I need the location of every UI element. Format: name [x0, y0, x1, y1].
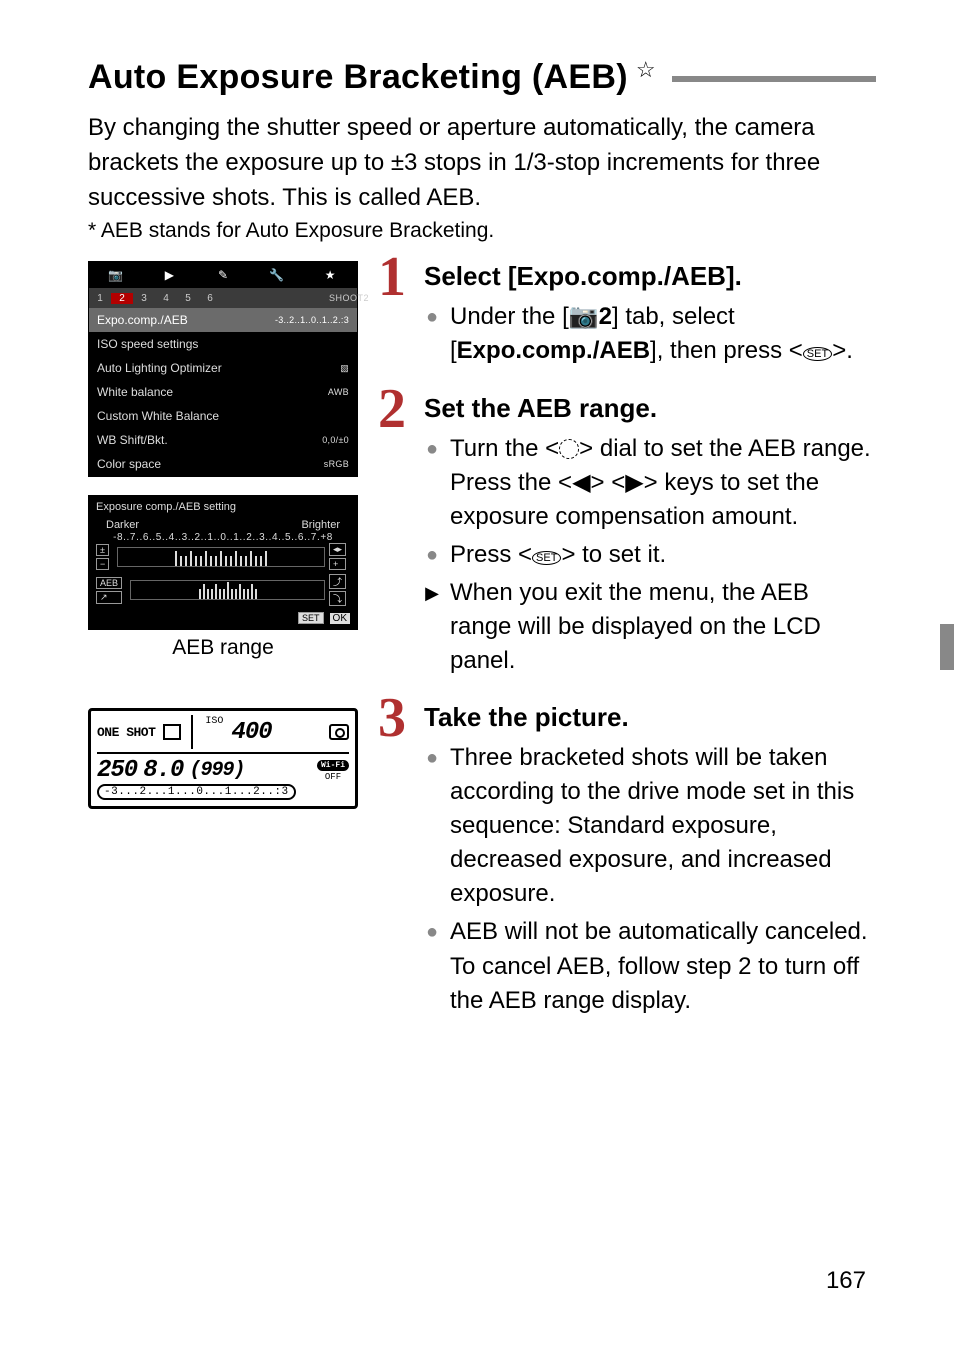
- step-number: 2: [378, 381, 406, 437]
- lcd-panel: ONE SHOT ISO 400 250 8.0 (999) Wi-Fi OFF: [88, 708, 358, 809]
- subtab-1: 1: [89, 293, 111, 304]
- bullet-dot: ●: [424, 538, 440, 572]
- menu-row-0: Expo.comp./AEB -3..2..1..0..1..2.:3: [89, 308, 357, 332]
- bullet-text: Three bracketed shots will be taken acco…: [450, 741, 876, 911]
- menu-row-value: ▧: [340, 363, 349, 374]
- menu-row-value: -3..2..1..0..1..2.:3: [275, 315, 349, 325]
- bullet-dot: ●: [424, 432, 440, 534]
- bullet-text: Turn the <> dial to set the AEB range. P…: [450, 432, 876, 534]
- menu-row-label: Color space: [97, 457, 161, 471]
- tab-setup-icon: 🔧: [250, 268, 304, 282]
- tab-custom-icon: ✎: [196, 268, 250, 282]
- menu-row-2: Auto Lighting Optimizer ▧: [89, 356, 357, 380]
- bullet-dot: ●: [424, 741, 440, 911]
- ec-bar: [117, 547, 325, 567]
- step-number: 3: [378, 690, 406, 746]
- minus-badge: −: [96, 558, 109, 570]
- tab-mymenu-icon: ★: [303, 268, 357, 282]
- menu-row-label: WB Shift/Bkt.: [97, 433, 168, 447]
- subtab-6: 6: [199, 293, 221, 304]
- lcd-divider: [191, 715, 193, 749]
- step-1-bullet-0: ●Under the [📷2] tab, select [Expo.comp./…: [424, 300, 876, 368]
- lcd-iso-value: 400: [231, 719, 271, 746]
- tab-play-icon: ▶: [143, 268, 197, 282]
- menu-row-label: Auto Lighting Optimizer: [97, 361, 222, 375]
- tab-shoot-icon: 📷: [89, 268, 143, 282]
- step-2-bullet-2: ▶When you exit the menu, the AEB range w…: [424, 576, 876, 678]
- lcd-aperture: 8.0: [143, 757, 183, 784]
- step-number: 1: [378, 249, 406, 305]
- set-ok: SETOK: [96, 612, 350, 624]
- step-2: 2 Set the AEB range.●Turn the <> dial to…: [378, 393, 876, 679]
- step-2-bullet-1: ● Press <SET> to set it.: [424, 538, 876, 572]
- bullet-text: Press <SET> to set it.: [450, 538, 876, 572]
- step-3: 3 Take the picture.●Three bracketed shot…: [378, 702, 876, 1018]
- subtab-5: 5: [177, 293, 199, 304]
- step-title: Take the picture.: [424, 702, 876, 733]
- ec-badge: ±: [96, 544, 109, 556]
- menu-row-3: White balance AWB: [89, 380, 357, 404]
- subtab-4: 4: [155, 293, 177, 304]
- subtab-3: 3: [133, 293, 155, 304]
- aeb-badge: AEB: [96, 577, 122, 589]
- menu-row-value: sRGB: [324, 459, 349, 469]
- dial-up-icon: ⤴: [329, 574, 346, 589]
- lcd-iso-label: ISO: [205, 716, 223, 727]
- plus-badge: +: [329, 558, 346, 570]
- footnote: * AEB stands for Auto Exposure Bracketin…: [88, 219, 876, 243]
- menu-row-5: WB Shift/Bkt. 0,0/±0: [89, 428, 357, 452]
- lcd-hr: [97, 752, 349, 754]
- bullet-text: When you exit the menu, the AEB range wi…: [450, 576, 876, 678]
- lcd-oneshot: ONE SHOT: [97, 725, 155, 740]
- lcd-exposure-scale: -3...2...1...0...1...2..:3: [97, 784, 296, 800]
- bullet-text: Under the [📷2] tab, select [Expo.comp./A…: [450, 300, 876, 368]
- menu-row-1: ISO speed settings: [89, 332, 357, 356]
- lcd-drive-icon: [163, 724, 181, 740]
- aeb-scale-numbers: -8..7..6..5..4..3..2..1..0..1..2..3..4..…: [96, 532, 350, 543]
- title-rule: [672, 76, 876, 82]
- lcd-shots: (999): [189, 759, 244, 782]
- curve-badge: ↗: [96, 591, 122, 604]
- label-darker: Darker: [106, 519, 139, 531]
- camera-top-tabs: 📷 ▶ ✎ 🔧 ★: [89, 262, 357, 288]
- menu-row-label: Expo.comp./AEB: [97, 313, 188, 327]
- subtab-2: 2: [111, 293, 133, 304]
- menu-row-4: Custom White Balance: [89, 404, 357, 428]
- lcd-wifi-icon: Wi-Fi: [317, 760, 349, 771]
- lr-arrows-icon: ◂▸: [329, 543, 346, 556]
- arrow-icon: ▶: [424, 576, 440, 678]
- thumb-tab: [940, 624, 954, 670]
- aeb-range-caption: AEB range: [88, 636, 358, 660]
- menu-row-6: Color space sRGB: [89, 452, 357, 476]
- lcd-metering-icon: [329, 724, 349, 740]
- aeb-setting-screenshot: Exposure comp./AEB setting Darker Bright…: [88, 495, 358, 630]
- page-number: 167: [826, 1267, 866, 1295]
- menu-row-value: 0,0/±0: [322, 435, 349, 445]
- dial-down-icon: ⤵: [329, 591, 346, 606]
- step-title: Select [Expo.comp./AEB].: [424, 261, 876, 292]
- aeb-bar: [130, 580, 325, 600]
- step-2-bullet-0: ●Turn the <> dial to set the AEB range. …: [424, 432, 876, 534]
- page-title: Auto Exposure Bracketing (AEB): [88, 58, 628, 97]
- intro-paragraph: By changing the shutter speed or apertur…: [88, 111, 876, 215]
- star-icon: ☆: [636, 57, 656, 83]
- label-brighter: Brighter: [301, 519, 340, 531]
- step-3-bullet-0: ●Three bracketed shots will be taken acc…: [424, 741, 876, 911]
- menu-row-value: AWB: [328, 387, 349, 397]
- step-3-bullet-1: ●AEB will not be automatically canceled.…: [424, 915, 876, 1017]
- bullet-text: AEB will not be automatically canceled. …: [450, 915, 876, 1017]
- menu-row-label: ISO speed settings: [97, 337, 198, 351]
- menu-row-label: White balance: [97, 385, 173, 399]
- camera-menu-screenshot: 📷 ▶ ✎ 🔧 ★ 1 2 3 4 5 6 SHOOT2 Expo.comp./…: [88, 261, 358, 477]
- bullet-dot: ●: [424, 300, 440, 368]
- subtab-label: SHOOT2: [329, 293, 357, 303]
- lcd-shutter: 250: [97, 757, 137, 784]
- bullet-dot: ●: [424, 915, 440, 1017]
- lcd-wifi-state: OFF: [325, 772, 341, 782]
- step-title: Set the AEB range.: [424, 393, 876, 424]
- menu-row-label: Custom White Balance: [97, 409, 219, 423]
- camera-subtabs: 1 2 3 4 5 6 SHOOT2: [89, 288, 357, 308]
- step-1: 1 Select [Expo.comp./AEB].●Under the [📷2…: [378, 261, 876, 368]
- aeb-header: Exposure comp./AEB setting: [96, 501, 350, 513]
